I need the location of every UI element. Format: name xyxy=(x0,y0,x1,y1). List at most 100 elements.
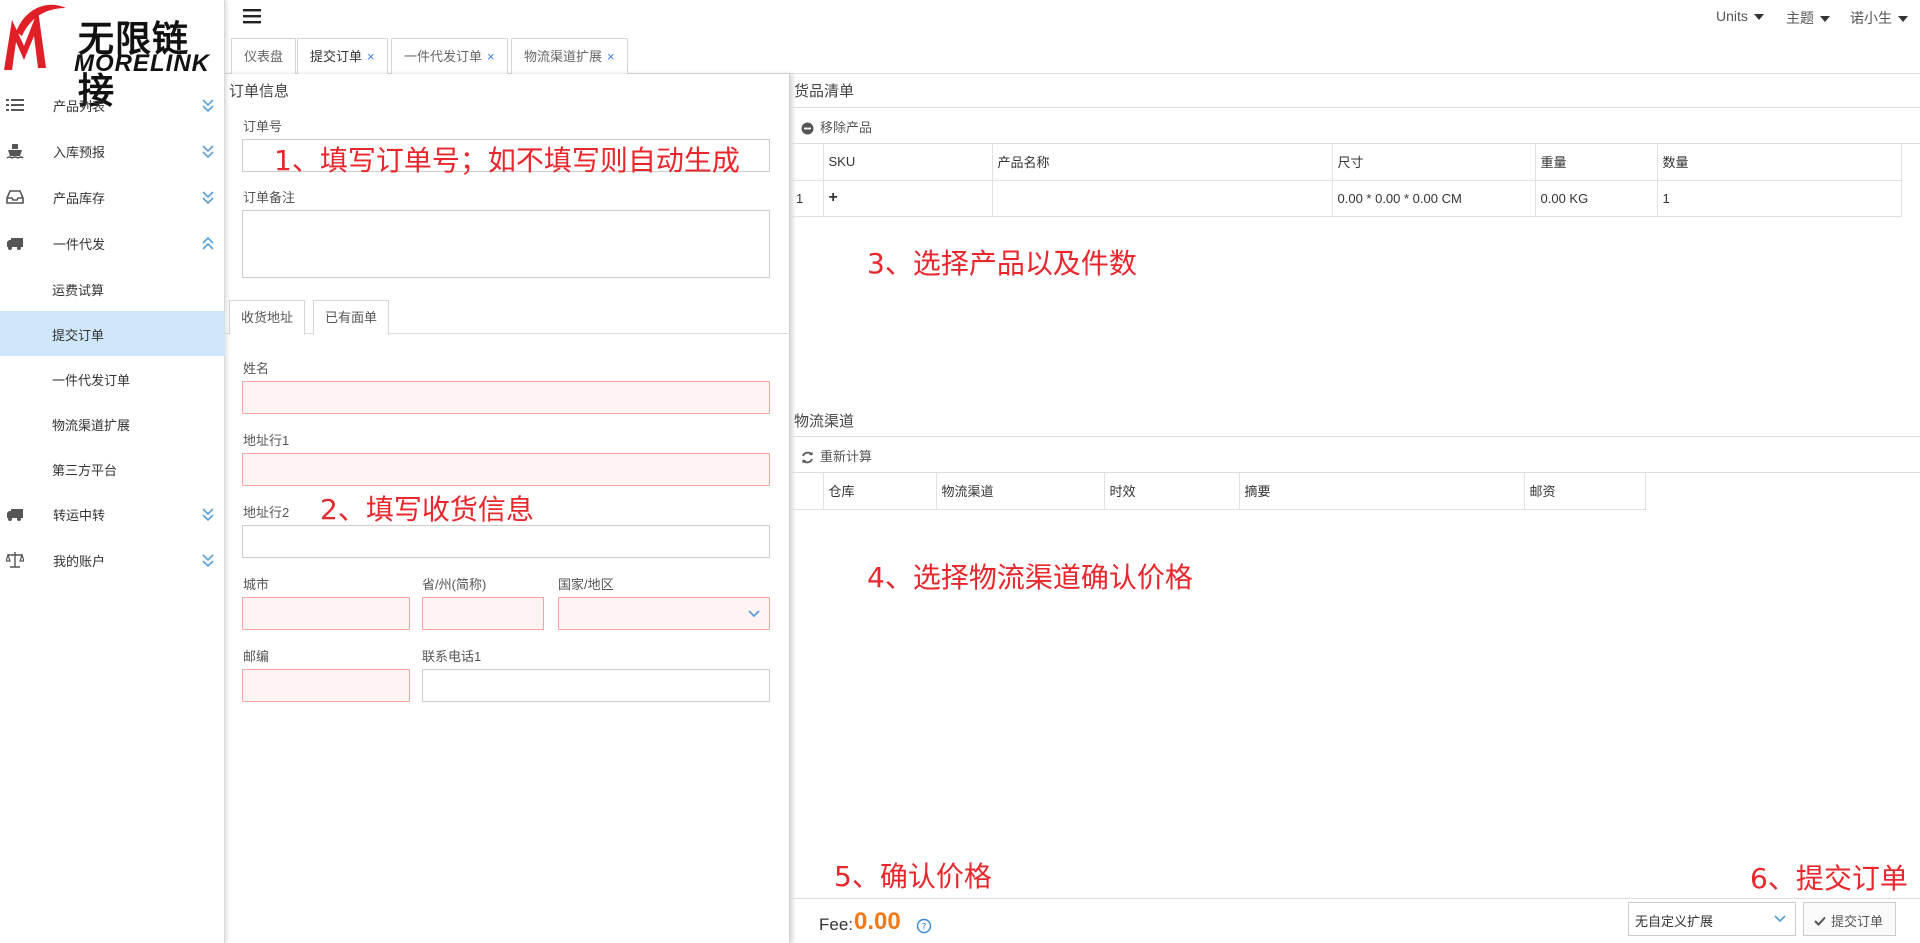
country-label: 国家/地区 xyxy=(558,577,614,592)
add-sku-button[interactable]: + xyxy=(823,180,993,217)
morelink-logo-icon xyxy=(4,4,66,70)
annotation-step5: 5、确认价格 xyxy=(834,860,992,893)
goods-header-sku: SKU xyxy=(823,144,993,181)
logistics-title: 物流渠道 xyxy=(794,413,855,430)
state-input[interactable] xyxy=(422,597,544,630)
sidebar-item-inbound-forecast[interactable]: 入库预报 xyxy=(0,128,225,174)
sidebar-subitem-submit-order[interactable]: 提交订单 xyxy=(0,311,225,356)
row-index: 1 xyxy=(791,180,824,217)
tab-label: 物流渠道扩展 xyxy=(524,49,603,64)
extension-select[interactable]: 无自定义扩展 xyxy=(1628,902,1796,936)
sidebar-subitem-shipping-estimate[interactable]: 运费试算 xyxy=(0,266,225,311)
tab-existing-label[interactable]: 已有面单 xyxy=(313,300,390,335)
goods-header-weight: 重量 xyxy=(1535,144,1658,181)
size-cell: 0.00 * 0.00 * 0.00 CM xyxy=(1332,180,1536,217)
goods-header-size: 尺寸 xyxy=(1332,144,1536,181)
ship-icon xyxy=(6,144,24,159)
order-no-label: 订单号 xyxy=(243,119,283,134)
goods-header-row: SKU 产品名称 尺寸 重量 数量 xyxy=(791,144,1902,181)
sidebar-subitem-third-party[interactable]: 第三方平台 xyxy=(0,446,225,491)
caret-down-icon xyxy=(1753,14,1764,21)
submit-order-label: 提交订单 xyxy=(1831,914,1884,929)
order-footer: Fee: 0.00 ? 无自定义扩展 提交订单 xyxy=(791,898,1920,943)
recalculate-button[interactable]: 重新计算 xyxy=(801,446,872,465)
city-input[interactable] xyxy=(242,597,410,630)
order-info-panel: 订单信息 订单号 订单备注 收货地址 已有面单 姓名 地址行1 地址行2 城市 … xyxy=(225,74,790,943)
tab-label: 仪表盘 xyxy=(244,49,284,64)
brand-logo: 无限链接 MORELINK xyxy=(0,0,225,112)
logistics-toolbar: 重新计算 xyxy=(791,436,1920,473)
hamburger-menu-icon[interactable] xyxy=(243,8,261,24)
double-chevron-down-icon xyxy=(202,145,214,159)
city-label: 城市 xyxy=(243,577,270,592)
sidebar-menu: 产品列表 入库预报 产品库存 一件代发 运费试算 提交订单 一件代发订单 物流渠… xyxy=(0,82,225,583)
list-icon xyxy=(6,99,24,111)
annotation-step4: 4、选择物流渠道确认价格 xyxy=(867,561,1193,594)
sidebar-subitem-dropship-orders[interactable]: 一件代发订单 xyxy=(0,356,225,401)
double-chevron-down-icon xyxy=(202,99,214,113)
address1-input[interactable] xyxy=(242,453,770,486)
remove-product-button[interactable]: 移除产品 xyxy=(801,117,872,136)
units-label: Units xyxy=(1716,8,1748,24)
theme-dropdown[interactable]: 主题 xyxy=(1786,8,1830,28)
tab-dashboard[interactable]: 仪表盘 xyxy=(231,38,297,74)
country-select[interactable] xyxy=(558,597,770,630)
qty-cell[interactable]: 1 xyxy=(1657,180,1902,217)
address2-input[interactable] xyxy=(242,525,770,558)
double-chevron-down-icon xyxy=(202,554,214,568)
svg-text:?: ? xyxy=(922,923,927,933)
zip-label: 邮编 xyxy=(243,649,270,664)
sidebar-item-label: 一件代发 xyxy=(53,237,106,252)
goods-header-index xyxy=(791,144,824,181)
tab-shipping-address[interactable]: 收货地址 xyxy=(229,300,306,335)
sidebar-subitem-channel-extension[interactable]: 物流渠道扩展 xyxy=(0,401,225,446)
zip-input[interactable] xyxy=(242,669,410,702)
phone-input[interactable] xyxy=(422,669,770,702)
sidebar-item-product-list[interactable]: 产品列表 xyxy=(0,82,225,128)
close-icon[interactable]: × xyxy=(607,49,615,64)
sidebar-item-transit[interactable]: 转运中转 xyxy=(0,491,225,537)
product-name-cell xyxy=(992,180,1333,217)
chevron-down-icon xyxy=(1774,915,1786,923)
name-label: 姓名 xyxy=(243,361,270,376)
logistics-table: 仓库 物流渠道 时效 摘要 邮资 xyxy=(791,473,1646,510)
double-chevron-down-icon xyxy=(202,191,214,205)
sidebar-item-label: 产品库存 xyxy=(53,191,106,206)
sidebar-item-label: 我的账户 xyxy=(53,554,106,569)
caret-down-icon xyxy=(1820,16,1830,23)
name-input[interactable] xyxy=(242,381,770,414)
tab-submit-order[interactable]: 提交订单 × xyxy=(297,38,388,74)
remove-product-label: 移除产品 xyxy=(820,120,873,135)
close-icon[interactable]: × xyxy=(487,49,495,64)
logistics-header-row: 仓库 物流渠道 时效 摘要 邮资 xyxy=(791,473,1646,510)
top-bar: Units 主题 诺小生 xyxy=(225,0,1920,34)
sidebar-item-product-inventory[interactable]: 产品库存 xyxy=(0,174,225,220)
logistics-header-channel: 物流渠道 xyxy=(936,473,1105,510)
table-row: 1 + 0.00 * 0.00 * 0.00 CM 0.00 KG 1 xyxy=(791,180,1902,217)
annotation-step1: 1、填写订单号；如不填写则自动生成 xyxy=(274,144,740,177)
submit-order-button[interactable]: 提交订单 xyxy=(1803,902,1896,936)
logistics-header-postage: 邮资 xyxy=(1524,473,1646,510)
tab-dropship-orders[interactable]: 一件代发订单 × xyxy=(391,38,508,74)
close-icon[interactable]: × xyxy=(367,49,375,64)
sidebar-item-label: 转运中转 xyxy=(53,508,106,523)
phone-label: 联系电话1 xyxy=(422,649,482,664)
tab-channel-extension[interactable]: 物流渠道扩展 × xyxy=(511,38,628,74)
sidebar-subitem-label: 物流渠道扩展 xyxy=(52,418,131,433)
extension-select-value: 无自定义扩展 xyxy=(1635,914,1714,929)
sidebar-item-dropshipping[interactable]: 一件代发 xyxy=(0,220,225,266)
sidebar-subitem-label: 运费试算 xyxy=(52,283,105,298)
goods-title: 货品清单 xyxy=(794,83,855,100)
weight-cell: 0.00 KG xyxy=(1535,180,1658,217)
address2-label: 地址行2 xyxy=(243,505,290,520)
order-note-textarea[interactable] xyxy=(242,210,770,278)
fee-value: 0.00 xyxy=(854,908,901,935)
goods-header-qty: 数量 xyxy=(1657,144,1902,181)
logistics-header-index xyxy=(791,473,824,510)
help-circle-icon[interactable]: ? xyxy=(916,918,932,934)
theme-label: 主题 xyxy=(1786,10,1814,26)
balance-scale-icon xyxy=(6,552,24,568)
units-dropdown[interactable]: Units xyxy=(1716,8,1764,24)
sidebar-item-my-account[interactable]: 我的账户 xyxy=(0,537,225,583)
user-dropdown[interactable]: 诺小生 xyxy=(1850,8,1908,28)
